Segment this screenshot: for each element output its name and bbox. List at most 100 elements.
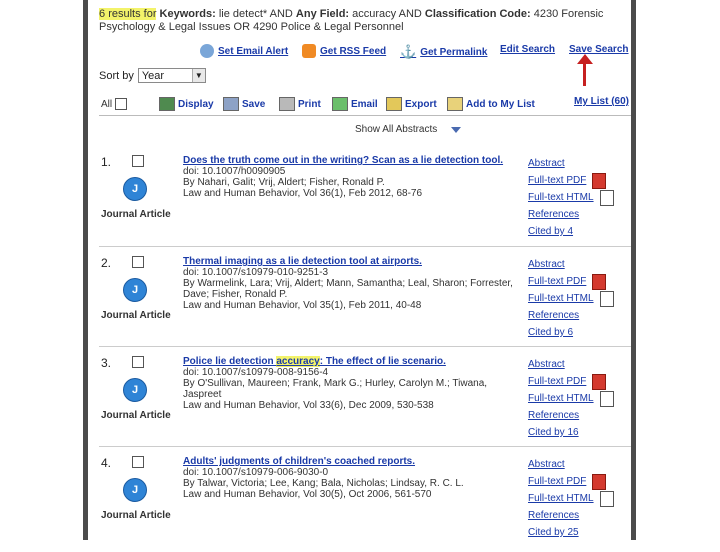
abstract-link[interactable]: Abstract: [528, 356, 628, 373]
result-number: 2.: [101, 256, 112, 270]
html-doc-icon: [599, 390, 614, 407]
result-authors: By Warmelink, Lara; Vrij, Aldert; Mann, …: [183, 278, 513, 300]
pdf-icon: [592, 373, 607, 390]
show-all-abstracts-label: Show All Abstracts: [355, 124, 438, 135]
set-email-alert-link[interactable]: Set Email Alert: [200, 44, 288, 58]
result-source: Law and Human Behavior, Vol 33(6), Dec 2…: [183, 400, 434, 411]
folder-icon: [447, 97, 463, 111]
result-type: Journal Article: [101, 310, 171, 321]
display-icon: [159, 97, 175, 111]
anchor-icon: ⚓: [400, 44, 417, 59]
result-item: 3. J Journal Article Police lie detectio…: [99, 346, 631, 452]
window-frame-right: [631, 0, 636, 540]
save-icon: [223, 97, 239, 111]
result-authors: By O'Sullivan, Maureen; Frank, Mark G.; …: [183, 378, 488, 400]
result-divider: [99, 346, 631, 347]
my-list-link[interactable]: My List (60): [574, 96, 629, 107]
result-type: Journal Article: [101, 510, 171, 521]
result-number: 3.: [101, 356, 112, 370]
result-doi: doi: 10.1007/s10979-008-9156-4: [183, 367, 329, 378]
result-number: 1.: [101, 155, 112, 169]
full-text-pdf-link[interactable]: Full-text PDF: [528, 273, 586, 290]
export-icon: [386, 97, 402, 111]
result-type: Journal Article: [101, 209, 171, 220]
abstract-link[interactable]: Abstract: [528, 256, 628, 273]
journal-icon: J: [123, 378, 147, 402]
triangle-down-icon: [451, 126, 462, 133]
result-item: 1. J Journal Article Does the truth come…: [99, 155, 631, 251]
result-type: Journal Article: [101, 410, 171, 421]
edit-search-link[interactable]: Edit Search: [500, 44, 555, 55]
result-count: 6 results for: [99, 8, 157, 20]
chevron-down-icon: ▼: [191, 69, 205, 82]
pdf-icon: [592, 473, 607, 490]
display-button[interactable]: Display: [159, 96, 214, 112]
result-title-link[interactable]: Adults' judgments of children's coached …: [183, 456, 523, 467]
sort-row: Sort by Year ▼: [99, 68, 206, 83]
result-checkbox[interactable]: [132, 456, 144, 468]
email-alert-icon: [200, 44, 214, 58]
result-checkbox[interactable]: [132, 155, 144, 167]
result-action-bar: All Display Save Print Email Export Add …: [99, 92, 631, 116]
result-checkbox[interactable]: [132, 356, 144, 368]
select-all-checkbox[interactable]: [115, 98, 128, 110]
show-all-abstracts[interactable]: Show All Abstracts: [355, 124, 462, 135]
sort-select[interactable]: Year ▼: [137, 68, 206, 83]
get-permalink-link[interactable]: ⚓ Get Permalink: [400, 44, 487, 60]
result-item: 2. J Journal Article Thermal imaging as …: [99, 246, 631, 352]
pdf-icon: [592, 273, 607, 290]
keywords-value: lie detect* AND: [218, 8, 293, 20]
add-to-my-list-button[interactable]: Add to My List: [447, 96, 535, 112]
annotation-arrow-shaft: [583, 60, 586, 86]
highlighted-term: accuracy: [276, 356, 320, 367]
cited-by-link[interactable]: Cited by 6: [528, 324, 628, 341]
get-rss-feed-link[interactable]: Get RSS Feed: [302, 44, 386, 58]
result-doi: doi: 10.1007/h0090905: [183, 166, 286, 177]
sort-label: Sort by: [99, 69, 134, 82]
cited-by-link[interactable]: Cited by 25: [528, 524, 628, 541]
result-source: Law and Human Behavior, Vol 35(1), Feb 2…: [183, 300, 422, 311]
field-label: Any Field:: [295, 8, 350, 20]
result-divider: [99, 446, 631, 447]
window-frame-left: [83, 0, 88, 540]
result-authors: By Talwar, Victoria; Lee, Kang; Bala, Ni…: [183, 478, 464, 489]
full-text-html-link[interactable]: Full-text HTML: [528, 189, 594, 206]
save-button[interactable]: Save: [223, 96, 265, 112]
html-doc-icon: [599, 189, 614, 206]
export-button[interactable]: Export: [386, 96, 437, 112]
classification-label: Classification Code:: [424, 8, 531, 20]
pdf-icon: [592, 172, 607, 189]
result-source: Law and Human Behavior, Vol 36(1), Feb 2…: [183, 188, 423, 199]
full-text-pdf-link[interactable]: Full-text PDF: [528, 473, 586, 490]
references-link[interactable]: References: [528, 206, 628, 223]
result-title-link[interactable]: Police lie detection accuracy: The effec…: [183, 356, 523, 367]
references-link[interactable]: References: [528, 307, 628, 324]
abstract-link[interactable]: Abstract: [528, 456, 628, 473]
abstract-link[interactable]: Abstract: [528, 155, 628, 172]
full-text-html-link[interactable]: Full-text HTML: [528, 490, 594, 507]
email-button[interactable]: Email: [332, 96, 378, 112]
journal-icon: J: [123, 478, 147, 502]
full-text-pdf-link[interactable]: Full-text PDF: [528, 373, 586, 390]
print-button[interactable]: Print: [279, 96, 321, 112]
print-icon: [279, 97, 295, 111]
references-link[interactable]: References: [528, 407, 628, 424]
select-all[interactable]: All: [101, 96, 128, 112]
full-text-html-link[interactable]: Full-text HTML: [528, 390, 594, 407]
result-source: Law and Human Behavior, Vol 30(5), Oct 2…: [183, 489, 432, 500]
rss-icon: [302, 44, 316, 58]
journal-icon: J: [123, 177, 147, 201]
result-title-link[interactable]: Does the truth come out in the writing? …: [183, 155, 523, 166]
keywords-label: Keywords:: [159, 8, 216, 20]
result-title-link[interactable]: Thermal imaging as a lie detection tool …: [183, 256, 523, 267]
result-checkbox[interactable]: [132, 256, 144, 268]
cited-by-link[interactable]: Cited by 16: [528, 424, 628, 441]
references-link[interactable]: References: [528, 507, 628, 524]
result-authors: By Nahari, Galit; Vrij, Aldert; Fisher, …: [183, 177, 385, 188]
divider: [99, 115, 631, 116]
full-text-html-link[interactable]: Full-text HTML: [528, 290, 594, 307]
full-text-pdf-link[interactable]: Full-text PDF: [528, 172, 586, 189]
cited-by-link[interactable]: Cited by 4: [528, 223, 628, 240]
journal-icon: J: [123, 278, 147, 302]
result-divider: [99, 246, 631, 247]
